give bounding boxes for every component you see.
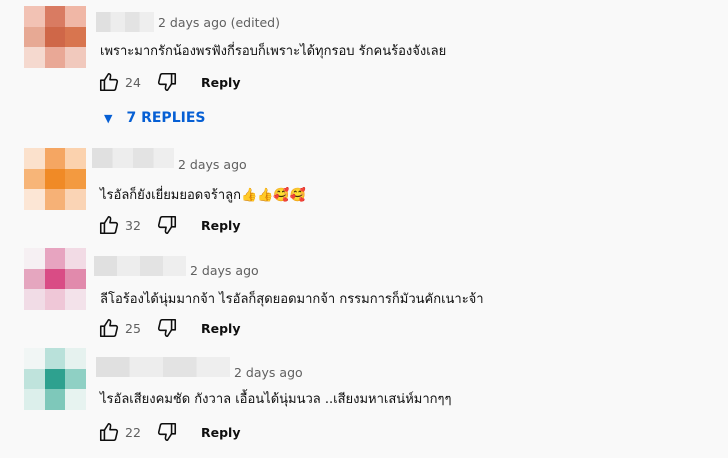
comment-thread: 2 days ago (edited) เพราะมากรักน้องพรฟัง… (0, 0, 728, 146)
dislike-icon[interactable] (155, 70, 179, 94)
avatar-pixel (44, 26, 66, 48)
avatar-pixel (44, 47, 66, 68)
comment-actions: 24 Reply (97, 70, 240, 94)
avatar-pixel (65, 268, 86, 290)
avatar-pixel (44, 168, 66, 190)
reply-button[interactable]: Reply (201, 218, 240, 233)
avatar-pixel (44, 189, 66, 210)
comment-thread: 2 days ago ไรอัลเสียงคมชัด กังวาล เอื้อน… (0, 346, 728, 458)
avatar-pixel (24, 268, 45, 290)
dislike-icon[interactable] (155, 316, 179, 340)
comment-timestamp[interactable]: 2 days ago (190, 263, 259, 278)
avatar-pixel (24, 47, 45, 68)
avatar-pixel (44, 389, 66, 410)
like-icon[interactable] (97, 213, 121, 237)
avatar-pixel (65, 368, 86, 390)
comment-text: ไรอัลก็ยังเยี่ยมยอดจร้าลูก👍👍🥰🥰 (100, 188, 306, 203)
avatar-pixel (65, 289, 86, 310)
caret-down-icon: ▼ (104, 111, 113, 125)
comment-timestamp[interactable]: 2 days ago (178, 157, 247, 172)
avatar-pixel (65, 26, 86, 48)
avatar-pixel (44, 268, 66, 290)
author-name-blurred[interactable] (96, 12, 154, 32)
author-name-blurred[interactable] (94, 256, 186, 276)
comment-thread: 2 days ago ไรอัลก็ยังเยี่ยมยอดจร้าลูก👍👍🥰… (0, 146, 728, 246)
avatar-pixel (65, 348, 86, 369)
avatar-pixel (65, 6, 86, 27)
like-icon[interactable] (97, 316, 121, 340)
comment-actions: 22 Reply (97, 420, 240, 444)
avatar-pixel (44, 348, 66, 369)
comment-timestamp[interactable]: 2 days ago (234, 365, 303, 380)
comment-text: ลีโอร้องได้นุ่มมากจ้า ไรอัลก็สุดยอดมากจ้… (100, 292, 484, 307)
avatar-pixel (44, 6, 66, 27)
avatar-pixel (24, 168, 45, 190)
avatar[interactable] (24, 248, 86, 310)
like-icon[interactable] (97, 70, 121, 94)
avatar-pixel (24, 348, 45, 369)
avatar-pixel (24, 26, 45, 48)
avatar-pixel (44, 148, 66, 169)
like-count: 22 (125, 424, 141, 440)
avatar-pixel (24, 289, 45, 310)
avatar-pixel (24, 189, 45, 210)
dislike-icon[interactable] (155, 420, 179, 444)
comment-timestamp[interactable]: 2 days ago (edited) (158, 15, 280, 30)
comment-text: ไรอัลเสียงคมชัด กังวาล เอื้อนได้นุ่มนวล … (100, 392, 452, 407)
like-count: 25 (125, 320, 141, 336)
author-name-blurred[interactable] (96, 357, 230, 377)
avatar-pixel (24, 389, 45, 410)
avatar-pixel (65, 389, 86, 410)
comment-actions: 32 Reply (97, 213, 240, 237)
avatar-pixel (44, 248, 66, 269)
avatar-pixel (44, 289, 66, 310)
avatar[interactable] (24, 148, 86, 210)
comment-thread: 2 days ago ลีโอร้องได้นุ่มมากจ้า ไรอัลก็… (0, 246, 728, 346)
like-icon[interactable] (97, 420, 121, 444)
avatar-pixel (65, 248, 86, 269)
avatar-pixel (24, 148, 45, 169)
avatar-pixel (24, 248, 45, 269)
avatar-pixel (65, 148, 86, 169)
comment-actions: 25 Reply (97, 316, 240, 340)
avatar[interactable] (24, 6, 86, 68)
avatar-pixel (65, 189, 86, 210)
author-name-blurred[interactable] (92, 148, 174, 168)
avatar-pixel (44, 368, 66, 390)
like-count: 24 (125, 74, 141, 90)
avatar-pixel (24, 368, 45, 390)
reply-button[interactable]: Reply (201, 75, 240, 90)
replies-label: 7 REPLIES (126, 110, 206, 126)
reply-button[interactable]: Reply (201, 321, 240, 336)
reply-button[interactable]: Reply (201, 425, 240, 440)
avatar-pixel (65, 168, 86, 190)
avatar-pixel (65, 47, 86, 68)
avatar-pixel (24, 6, 45, 27)
comment-text: เพราะมากรักน้องพรฟังกี่รอบก็เพราะได้ทุกร… (100, 44, 447, 59)
view-replies-button[interactable]: ▼ 7 REPLIES (104, 110, 205, 126)
like-count: 32 (125, 217, 141, 233)
avatar[interactable] (24, 348, 86, 410)
dislike-icon[interactable] (155, 213, 179, 237)
